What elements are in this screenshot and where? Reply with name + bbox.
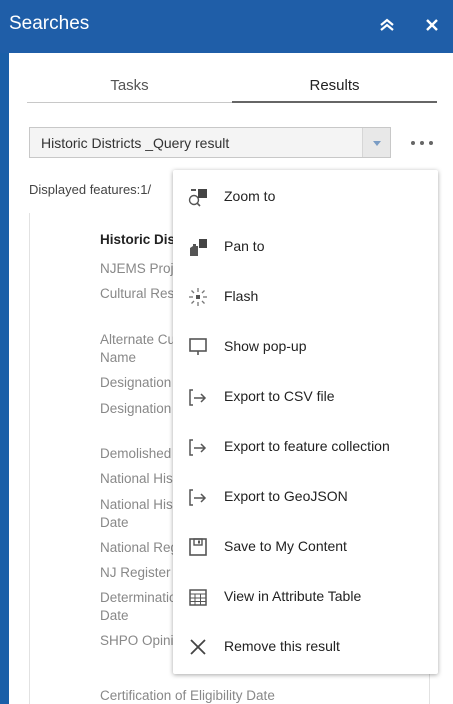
- chevron-down-icon[interactable]: [362, 128, 390, 157]
- menu-item-zoom-to[interactable]: Zoom to: [173, 172, 438, 222]
- menu-item-show-popup[interactable]: Show pop-up: [173, 322, 438, 372]
- menu-item-export-feature-collection[interactable]: Export to feature collection: [173, 422, 438, 472]
- save-icon: [187, 536, 209, 558]
- table-icon: [187, 586, 209, 608]
- result-actions-menu: Zoom to Pan to Flash Show pop-up Export …: [173, 170, 438, 674]
- pan-to-icon: [187, 236, 209, 258]
- menu-item-label: Show pop-up: [224, 338, 307, 354]
- export-icon: [187, 486, 209, 508]
- tab-bar: Tasks Results: [27, 77, 437, 103]
- menu-item-label: Zoom to: [224, 188, 276, 204]
- menu-item-export-geojson[interactable]: Export to GeoJSON: [173, 472, 438, 522]
- collapse-icon[interactable]: [376, 14, 398, 36]
- panel-title: Searches: [9, 13, 90, 34]
- attribute-label: Certification of Eligibility Date: [100, 688, 275, 703]
- menu-item-label: Pan to: [224, 238, 265, 254]
- menu-item-label: View in Attribute Table: [224, 588, 362, 604]
- menu-item-label: Flash: [224, 288, 259, 304]
- displayed-features-count: Displayed features:1/: [29, 182, 152, 197]
- tab-tasks[interactable]: Tasks: [27, 77, 232, 103]
- result-select[interactable]: Historic Districts _Query result: [29, 127, 391, 158]
- menu-item-export-csv[interactable]: Export to CSV file: [173, 372, 438, 422]
- menu-item-view-attribute-table[interactable]: View in Attribute Table: [173, 572, 438, 622]
- tab-results[interactable]: Results: [232, 77, 437, 103]
- menu-item-label: Export to CSV file: [224, 388, 335, 404]
- popup-icon: [187, 336, 209, 358]
- export-icon: [187, 386, 209, 408]
- close-icon[interactable]: [422, 14, 444, 36]
- zoom-to-icon: [187, 186, 209, 208]
- result-select-value: Historic Districts _Query result: [41, 135, 230, 151]
- menu-item-pan-to[interactable]: Pan to: [173, 222, 438, 272]
- title-bar: Searches: [0, 0, 453, 53]
- menu-item-label: Export to feature collection: [224, 438, 390, 454]
- menu-item-label: Save to My Content: [224, 538, 347, 554]
- export-icon: [187, 436, 209, 458]
- more-options-icon[interactable]: [409, 133, 435, 151]
- flash-icon: [187, 286, 209, 308]
- menu-item-label: Export to GeoJSON: [224, 488, 348, 504]
- menu-item-label: Remove this result: [224, 638, 340, 654]
- menu-item-flash[interactable]: Flash: [173, 272, 438, 322]
- remove-icon: [187, 636, 209, 658]
- menu-item-remove-result[interactable]: Remove this result: [173, 622, 438, 672]
- menu-item-save-to-my-content[interactable]: Save to My Content: [173, 522, 438, 572]
